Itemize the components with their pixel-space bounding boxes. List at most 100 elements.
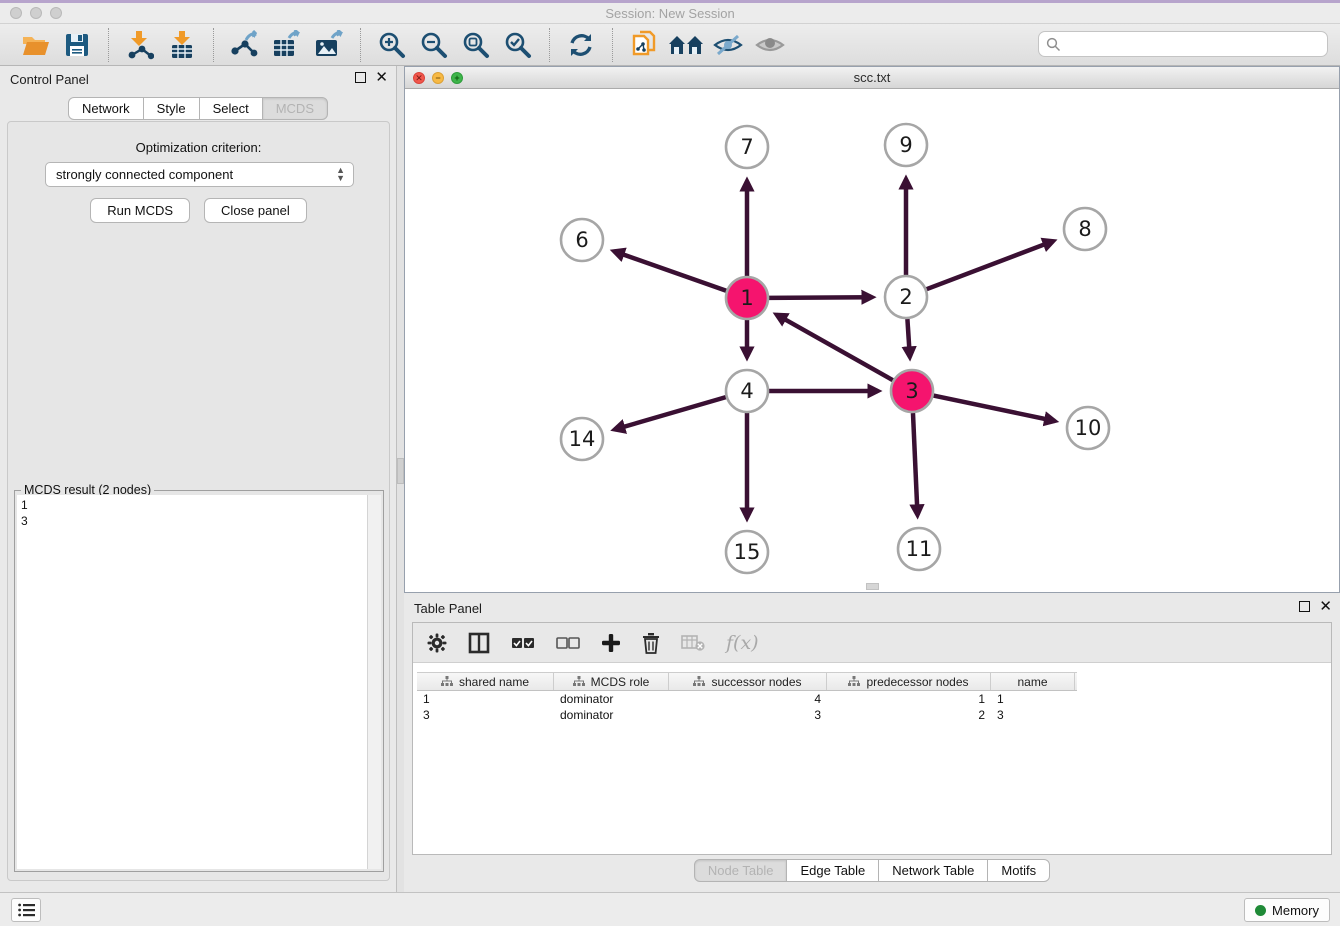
new-network-from-selection-button[interactable] [623,27,665,63]
graph-edge[interactable] [777,315,893,381]
cell-predecessor-nodes[interactable]: 1 [827,691,991,707]
delete-column-button[interactable] [642,628,660,658]
graph-edge[interactable] [913,413,918,515]
fx-icon: f(x) [726,632,759,654]
import-table-icon [169,30,195,60]
graph-edge[interactable] [907,319,909,357]
table-row[interactable]: 3 dominator 3 2 3 [417,707,1077,723]
zoom-out-button[interactable] [413,27,455,63]
zoom-in-icon [378,31,406,59]
column-header-shared-name[interactable]: shared name [417,673,554,690]
tab-edge-table[interactable]: Edge Table [786,859,879,882]
zoom-fit-button[interactable] [455,27,497,63]
mcds-result-list[interactable]: 1 3 [17,495,367,869]
table-row[interactable]: 1 dominator 4 1 1 [417,691,1077,707]
table-panel-header: Table Panel ✕ [404,595,1340,621]
result-scrollbar[interactable] [367,495,381,869]
unselect-all-button[interactable] [556,628,580,658]
cell-successor-nodes[interactable]: 4 [669,691,827,707]
close-panel-icon[interactable]: ✕ [375,72,388,83]
graph-node-3[interactable]: 3 [891,370,933,412]
graph-node-10[interactable]: 10 [1067,407,1109,449]
vertical-splitter[interactable] [397,66,404,892]
column-label: predecessor nodes [866,675,968,689]
zoom-in-button[interactable] [371,27,413,63]
cell-successor-nodes[interactable]: 3 [669,707,827,723]
search-field[interactable] [1038,31,1328,57]
export-network-button[interactable] [224,27,266,63]
memory-status-icon [1255,905,1266,916]
float-panel-icon[interactable] [355,72,366,83]
mcds-tab-content: Optimization criterion: strongly connect… [7,121,390,881]
float-table-panel-icon[interactable] [1299,601,1310,612]
svg-text:10: 10 [1075,416,1102,440]
graph-node-2[interactable]: 2 [885,276,927,318]
function-builder-button-disabled: f(x) [726,628,759,658]
cell-name[interactable]: 3 [991,707,1075,723]
graph-node-1[interactable]: 1 [726,277,768,319]
import-table-button[interactable] [161,27,203,63]
hierarchy-icon [848,676,860,687]
tab-select[interactable]: Select [199,97,263,120]
table-header-row: shared name MCDS role successor nodes pr… [417,672,1077,691]
graph-node-7[interactable]: 7 [726,126,768,168]
graph-edge[interactable] [927,241,1054,289]
graph-node-11[interactable]: 11 [898,528,940,570]
zoom-selected-button[interactable] [497,27,539,63]
graph-node-8[interactable]: 8 [1064,208,1106,250]
add-column-button[interactable] [601,628,621,658]
network-view-window: ✕ − + scc.txt 7 9 6 8 1 2 4 3 14 10 15 11 [404,66,1340,593]
show-column-button[interactable] [468,628,490,658]
network-window-titlebar[interactable]: ✕ − + scc.txt [405,67,1339,89]
hide-selected-button[interactable] [707,27,749,63]
splitter-grip[interactable] [397,458,404,484]
column-label: successor nodes [711,675,801,689]
cell-shared-name[interactable]: 3 [417,707,554,723]
column-header-successor-nodes[interactable]: successor nodes [669,673,827,690]
graph-node-4[interactable]: 4 [726,370,768,412]
list-icon [18,903,35,917]
export-table-button[interactable] [266,27,308,63]
column-label: shared name [459,675,529,689]
tab-style[interactable]: Style [143,97,200,120]
cell-mcds-role[interactable]: dominator [554,707,669,723]
cell-shared-name[interactable]: 1 [417,691,554,707]
cell-mcds-role[interactable]: dominator [554,691,669,707]
tab-node-table[interactable]: Node Table [694,859,788,882]
tab-motifs[interactable]: Motifs [987,859,1050,882]
graph-node-14[interactable]: 14 [561,418,603,460]
table-settings-button[interactable] [427,628,447,658]
graph-edge[interactable] [614,251,726,290]
cell-name[interactable]: 1 [991,691,1075,707]
close-panel-button[interactable]: Close panel [204,198,307,223]
cell-predecessor-nodes[interactable]: 2 [827,707,991,723]
canvas-splitter-grip[interactable] [866,583,879,590]
task-history-button[interactable] [11,898,41,922]
graph-node-9[interactable]: 9 [885,124,927,166]
show-all-button[interactable] [749,27,791,63]
graph-node-6[interactable]: 6 [561,219,603,261]
tab-network[interactable]: Network [68,97,144,120]
select-all-button[interactable] [511,628,535,658]
optimization-criterion-select[interactable]: strongly connected component ▲▼ [45,162,354,187]
graph-edge[interactable] [934,396,1055,421]
graph-node-15[interactable]: 15 [726,531,768,573]
home-layout-button[interactable] [665,27,707,63]
close-table-panel-icon[interactable]: ✕ [1319,601,1332,612]
column-header-name[interactable]: name [991,673,1075,690]
export-image-button[interactable] [308,27,350,63]
import-network-button[interactable] [119,27,161,63]
refresh-layout-button[interactable] [560,27,602,63]
search-input[interactable] [1038,31,1328,57]
memory-button[interactable]: Memory [1244,898,1330,922]
graph-edge[interactable] [615,397,726,429]
tab-network-table[interactable]: Network Table [878,859,988,882]
open-session-button[interactable] [14,27,56,63]
column-header-mcds-role[interactable]: MCDS role [554,673,669,690]
graph-edge[interactable] [769,297,872,298]
save-session-button[interactable] [56,27,98,63]
tab-mcds[interactable]: MCDS [262,97,328,120]
column-header-predecessor-nodes[interactable]: predecessor nodes [827,673,991,690]
network-canvas[interactable]: 7 9 6 8 1 2 4 3 14 10 15 11 [405,89,1339,592]
run-mcds-button[interactable]: Run MCDS [90,198,190,223]
